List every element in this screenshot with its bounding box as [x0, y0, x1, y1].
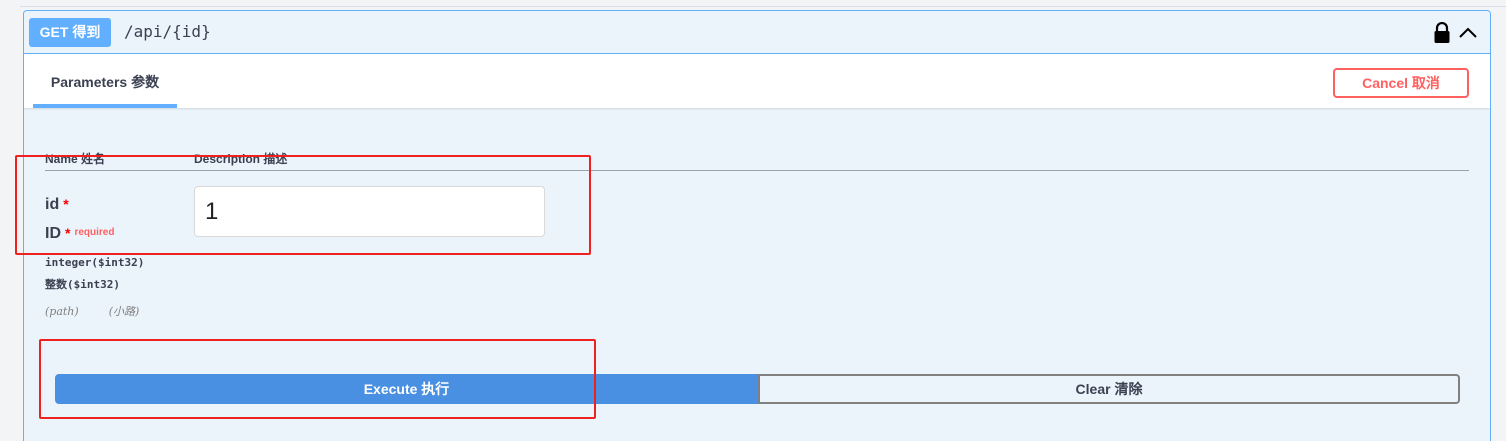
- operation-block-get: GET 得到 /api/{id} Parameters 参数 Cancel 取消…: [23, 10, 1491, 441]
- parameter-display-name: ID: [45, 225, 61, 242]
- parameter-name: id: [45, 196, 60, 213]
- tab-parameters[interactable]: Parameters 参数: [33, 54, 177, 108]
- required-label: required: [74, 227, 115, 238]
- lock-icon[interactable]: [1433, 22, 1451, 44]
- previous-block-edge: [20, 0, 1506, 7]
- column-header-description: Description 描述: [194, 152, 288, 166]
- parameter-type: integer($int32): [45, 256, 145, 269]
- clear-button[interactable]: Clear 清除: [758, 374, 1460, 404]
- parameters-header: Parameters 参数 Cancel 取消: [24, 54, 1490, 108]
- parameter-name-block: id * ID * required: [45, 190, 114, 250]
- id-input[interactable]: [194, 186, 545, 237]
- required-star-2: *: [65, 225, 71, 241]
- parameter-display-name-row: ID * required: [45, 219, 114, 250]
- parameter-type-block: integer($int32) 整数($int32): [45, 252, 144, 296]
- parameter-location-label: (path): [45, 305, 79, 318]
- required-star: *: [63, 196, 69, 212]
- operation-summary[interactable]: GET 得到 /api/{id}: [24, 11, 1490, 54]
- chevron-up-icon[interactable]: [1457, 22, 1479, 44]
- parameter-location: (path) (小路): [45, 303, 139, 319]
- cancel-button[interactable]: Cancel 取消: [1333, 68, 1469, 98]
- column-header-name: Name 姓名: [45, 152, 106, 166]
- parameter-location-translated: (小路): [108, 305, 140, 318]
- page: GET 得到 /api/{id} Parameters 参数 Cancel 取消…: [0, 0, 1506, 441]
- parameter-name-row: id *: [45, 190, 114, 219]
- table-header-divider: [45, 170, 1469, 171]
- method-badge: GET 得到: [29, 18, 111, 47]
- operation-body: Parameters 参数 Cancel 取消 Name 姓名 Descript…: [24, 54, 1490, 441]
- parameters-table-header: Name 姓名 Description 描述: [45, 150, 287, 167]
- execute-button[interactable]: Execute 执行: [55, 374, 758, 404]
- operation-path: /api/{id}: [124, 22, 211, 41]
- execute-wrapper: Execute 执行 Clear 清除: [55, 374, 1460, 404]
- parameter-type-translated: 整数($int32): [45, 278, 120, 291]
